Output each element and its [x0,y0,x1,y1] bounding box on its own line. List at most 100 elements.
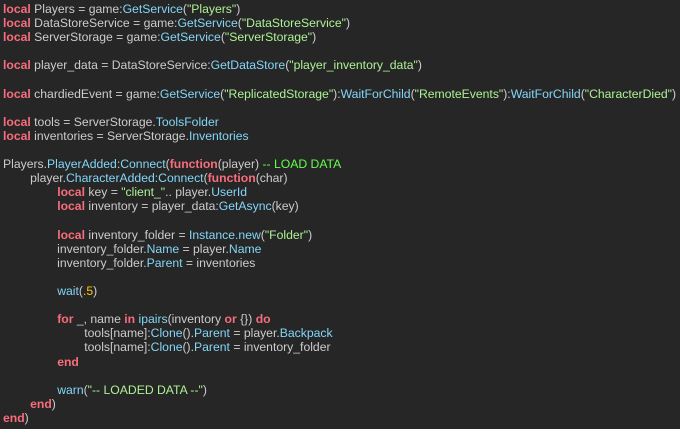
code-token-fn: Parent [194,326,230,341]
code-token-plain: Players. [3,157,48,172]
code-token-plain: ) [345,16,351,31]
code-line[interactable]: local inventories = ServerStorage.Invent… [3,129,249,143]
code-line[interactable]: end [3,355,79,369]
code-token-kw: do [255,312,271,327]
code-token-plain: ServerStorage = game: [30,30,161,45]
code-token-num: .5 [82,284,94,298]
code-line[interactable]: for _, name in ipairs(inventory or {}) d… [3,312,271,327]
code-token-plain: player. [3,171,66,186]
code-token-str: "-- LOADED DATA --" [87,382,203,397]
code-line[interactable]: inventory_folder.Name = player.Name [3,242,261,256]
code-token-str: "ServerStorage" [224,30,313,45]
code-token-fn: Backpack [279,326,333,341]
code-line[interactable]: end) [3,411,29,425]
code-token-kw: local [57,199,85,214]
code-token-kw: local [3,86,31,101]
code-line[interactable]: end) [3,397,56,411]
code-token-plain: tools[name]: [3,326,151,341]
code-line[interactable]: local inventory = player_data:GetAsync(k… [3,199,299,213]
code-token-kw: end [57,354,79,369]
code-token-str: "ReplicatedStorage" [224,86,334,101]
code-token-fn: ToolsFolder [155,114,219,129]
code-line[interactable]: local tools = ServerStorage.ToolsFolder [3,115,219,129]
code-token-plain: chardiedEvent = game: [30,86,160,101]
code-token-plain: = player. [229,326,280,341]
code-line[interactable]: local ServerStorage = game:GetService("S… [3,30,316,44]
code-token-com: -- LOAD DATA [262,157,342,172]
code-token-kw: function [207,171,256,186]
code-token-plain: (key) [271,199,299,214]
code-token-fn: wait [57,284,79,298]
code-token-fn: WaitForChild [510,86,581,101]
code-token-fn: Clone [150,340,183,355]
code-token-plain: ) [308,227,313,242]
code-line[interactable]: tools[name]:Clone().Parent = player.Back… [3,326,333,341]
code-token-fn: GetDataStore [210,58,286,73]
code-token-plain: tools[name]: [3,340,151,355]
code-token-str: "client_" [121,185,166,200]
code-token-fn: Connect [120,157,166,172]
code-token-str: "player_inventory_data" [289,58,418,73]
code-editor[interactable]: local Players = game:GetService("Players… [0,0,680,429]
code-token-plain: inventory_folder. [3,241,147,256]
code-token-fn: Name [146,241,180,256]
code-line[interactable]: player.CharacterAdded:Connect(function(c… [3,171,288,186]
code-token-kw: end [3,410,25,425]
code-token-plain: ) [417,58,422,73]
code-token-fn: Clone [150,326,183,341]
code-line[interactable]: local Players = game:GetService("Players… [3,2,240,16]
code-token-fn: warn [57,382,84,397]
code-token-kw: in [124,312,136,327]
code-token-plain: (player) [217,157,263,172]
code-token-fn: CharacterAdded [66,171,155,186]
code-token-str: "RemoteEvents" [414,86,504,101]
code-token-fn: UserId [211,185,248,200]
code-token-plain: Players = game: [30,2,123,16]
code-token-plain: tools = ServerStorage. [30,114,156,129]
code-token-fn: GetService [160,30,221,45]
code-token-str: "Folder" [264,227,309,242]
code-line[interactable]: tools[name]:Clone().Parent = inventory_f… [3,340,330,355]
code-token-plain: (). [182,326,195,341]
code-token-fn: GetService [159,86,221,101]
code-line[interactable]: Players.PlayerAdded:Connect(function(pla… [3,157,341,171]
code-token-kw: local [57,227,85,242]
code-token-fn: PlayerAdded [47,157,117,172]
code-token-plain: inventory = player_data: [84,199,219,214]
code-token-kw: local [3,2,31,16]
code-token-plain: _, name [73,312,125,327]
code-token-kw: local [3,16,31,31]
code-token-plain: ) [24,410,29,425]
code-token-fn: GetAsync [218,199,272,214]
code-token-kw: or [224,312,237,327]
code-token-plain: key = [84,185,122,200]
code-line[interactable]: local inventory_folder = Instance.new("F… [3,228,312,242]
code-token-fn: Name [228,241,262,256]
code-token-plain: = player. [179,241,229,256]
code-token-plain: inventories = ServerStorage. [30,128,189,143]
code-token-kw: local [57,185,85,200]
code-token-plain: player_data = DataStoreService: [30,58,211,73]
code-line[interactable]: warn("-- LOADED DATA --") [3,383,207,397]
code-line[interactable]: local chardiedEvent = game:GetService("R… [3,87,676,101]
code-line[interactable]: local DataStoreService = game:GetService… [3,16,350,30]
code-token-plain: (inventory [167,312,225,327]
code-token-plain: {}) [236,312,256,327]
code-token-str: "Players" [186,2,237,16]
code-token-fn: Inventories [188,128,249,143]
code-token-kw: local [3,128,31,143]
code-token-plain: (char) [255,171,288,186]
code-token-plain: ): [333,86,341,101]
code-token-fn: Instance.new [188,227,261,242]
code-line[interactable]: local key = "client_".. player.UserId [3,185,247,199]
code-line[interactable]: wait(.5) [3,284,97,298]
code-token-fn: ipairs [138,312,168,327]
code-line[interactable]: inventory_folder.Parent = inventories [3,256,255,270]
code-line[interactable]: local player_data = DataStoreService:Get… [3,58,422,72]
code-token-kw: end [30,396,52,411]
